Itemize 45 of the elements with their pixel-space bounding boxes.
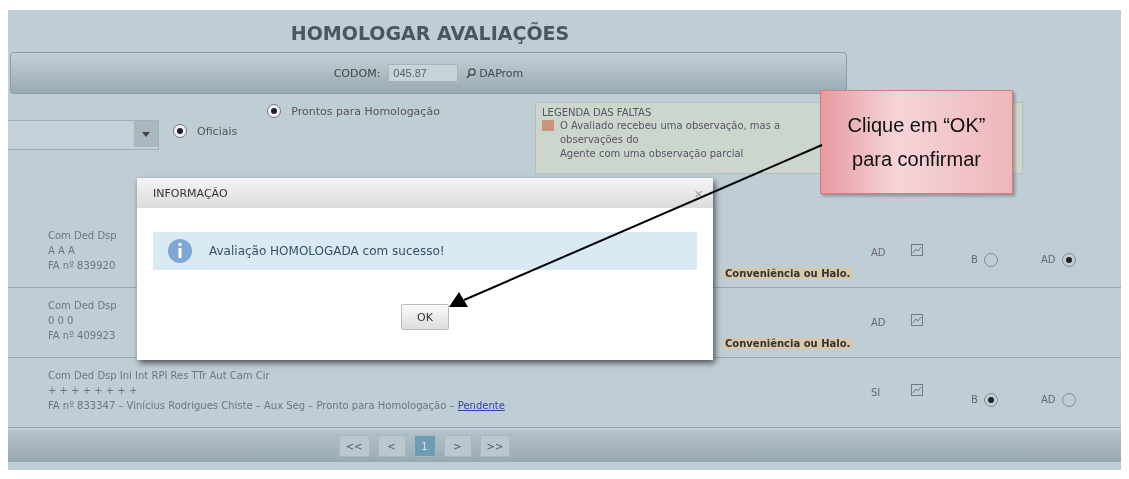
dialog-title: INFORMAÇÃO — [153, 186, 228, 200]
search-icon — [466, 67, 477, 79]
grade-label: SI — [871, 387, 882, 398]
page-button[interactable]: << — [338, 435, 370, 457]
radio-button[interactable] — [173, 124, 187, 138]
legend-title: LEGENDA DAS FALTAS — [542, 107, 653, 118]
grade-marks: + + + + + + + + — [48, 385, 139, 398]
ok-button[interactable]: OK — [401, 304, 449, 330]
legend-text: Agente com uma observação parcial — [560, 147, 744, 159]
note-text: Conveniência ou Halo. — [723, 268, 853, 279]
radio-button[interactable] — [267, 104, 282, 118]
legend-text: observações do — [560, 133, 639, 145]
page-button[interactable]: >> — [479, 435, 511, 457]
codom-label: CODOM: — [333, 66, 381, 80]
grade-marks: 0 0 0 — [48, 315, 75, 328]
option-label: AD — [1041, 394, 1056, 405]
legend-text: O Avaliado recebeu uma observação, mas a — [560, 119, 781, 131]
note-text: Conveniência ou Halo. — [723, 338, 853, 349]
callout-text: Clique em “OK” para confirmar — [846, 113, 987, 172]
option-label: B — [971, 394, 978, 405]
option-label: AD — [1041, 254, 1056, 265]
info-icon — [167, 238, 193, 264]
column-headers: Com Ded Dsp Ini Int RPI Res TTr Aut Cam Cir — [48, 370, 271, 383]
page-button[interactable]: > — [443, 435, 472, 457]
close-button[interactable]: × — [694, 184, 703, 202]
grade-label: AD — [871, 247, 887, 258]
search-link[interactable]: DAProm — [466, 66, 524, 80]
column-headers: Com Ded Dsp — [48, 230, 118, 243]
caret-icon — [142, 131, 150, 137]
dropdown[interactable] — [8, 120, 159, 150]
column-headers: Com Ded Dsp — [48, 300, 118, 313]
status-link[interactable]: Pendente — [457, 400, 505, 411]
page-title: HOMOLOGAR AVALIAÇÕES — [289, 22, 571, 46]
record-info: FA nº 839920 — [48, 260, 117, 273]
message-text: Avaliação HOMOLOGADA com sucesso! — [209, 244, 445, 258]
page-button[interactable]: < — [377, 435, 406, 457]
option-label: B — [971, 254, 978, 265]
record-info: FA nº 409923 — [48, 330, 117, 343]
grade-marks: A A A — [48, 245, 76, 258]
option-label: Oficiais — [197, 124, 238, 138]
codom-field[interactable]: 045.87 — [388, 64, 459, 82]
option-label: Prontos para Homologação — [291, 104, 440, 118]
grade-label: AD — [871, 317, 887, 328]
page-button[interactable]: 1 — [413, 435, 436, 457]
record-info: FA nº 833347 – Vinícius Rodrigues Chiste – Aux Seg – Pronto para Homologação – Pendente — [48, 400, 506, 413]
